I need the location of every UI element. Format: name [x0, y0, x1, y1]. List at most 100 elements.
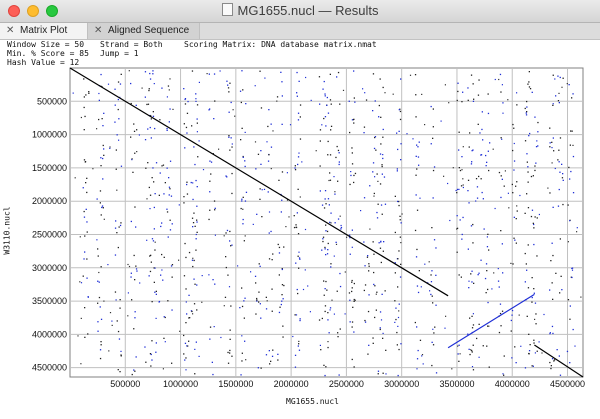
- match-dot: [159, 172, 161, 174]
- match-dot: [259, 265, 261, 267]
- match-dot: [130, 272, 132, 274]
- match-dot: [298, 257, 301, 259]
- match-dot: [224, 296, 227, 298]
- match-dot: [485, 154, 487, 157]
- match-dot: [399, 118, 402, 121]
- match-dot: [297, 233, 300, 235]
- match-dot: [338, 163, 340, 166]
- match-dot: [415, 155, 417, 157]
- match-dot: [554, 167, 556, 170]
- match-dot: [213, 200, 216, 202]
- match-dot: [169, 160, 172, 162]
- match-dot: [547, 187, 549, 189]
- match-dot: [502, 272, 504, 274]
- match-dot: [335, 241, 337, 243]
- match-dot: [432, 197, 434, 199]
- match-dot: [198, 81, 200, 83]
- match-dot: [526, 100, 528, 103]
- match-dot: [219, 70, 221, 72]
- match-dot: [353, 282, 355, 285]
- match-dot: [572, 93, 574, 95]
- match-dot: [227, 351, 229, 354]
- match-dot: [97, 280, 99, 282]
- match-dot: [461, 238, 463, 240]
- match-dot: [526, 111, 528, 113]
- match-dot: [553, 360, 555, 362]
- match-dot: [297, 345, 299, 347]
- matrix-plot[interactable]: 500000 1000000 1500000 2000000 2500000 300000…: [0, 0, 600, 419]
- match-dot: [501, 84, 503, 86]
- match-dot: [419, 197, 421, 199]
- match-dot: [372, 110, 374, 112]
- match-dot: [533, 342, 535, 344]
- match-dot: [394, 272, 396, 274]
- match-dot: [363, 197, 366, 199]
- match-dot: [471, 161, 473, 163]
- match-dot: [487, 150, 489, 152]
- match-dot: [515, 242, 517, 244]
- match-dot: [171, 223, 173, 225]
- match-dot: [512, 192, 514, 194]
- match-dot: [169, 229, 172, 231]
- match-dot: [337, 336, 339, 338]
- match-dot: [88, 91, 90, 93]
- match-dot: [531, 365, 533, 367]
- match-dot: [168, 186, 171, 188]
- match-dot: [296, 288, 298, 291]
- match-dot: [166, 211, 169, 213]
- match-dot: [372, 342, 374, 344]
- match-dot: [223, 235, 225, 237]
- match-dot: [430, 293, 432, 296]
- match-dot: [375, 309, 377, 311]
- match-dot: [278, 246, 281, 249]
- match-dot: [515, 362, 517, 364]
- match-dot: [373, 253, 375, 255]
- match-dot: [186, 132, 188, 134]
- match-dot: [212, 373, 214, 376]
- match-dot: [297, 292, 299, 295]
- match-dot: [144, 346, 146, 348]
- match-dot: [381, 293, 383, 295]
- match-dot: [374, 316, 376, 319]
- match-dot: [325, 280, 327, 283]
- match-dot: [534, 302, 537, 304]
- match-dot: [325, 125, 327, 127]
- match-dot: [353, 70, 355, 72]
- match-dot: [189, 317, 191, 319]
- match-dot: [378, 116, 380, 118]
- match-dot: [138, 134, 140, 136]
- match-dot: [432, 126, 434, 128]
- match-dot: [376, 217, 379, 219]
- match-dot: [252, 223, 254, 225]
- match-dot: [324, 288, 326, 290]
- match-dot: [146, 239, 148, 241]
- match-dot: [298, 267, 300, 269]
- match-dot: [559, 374, 562, 376]
- match-dot: [87, 333, 89, 335]
- match-dot: [399, 219, 401, 221]
- match-dot: [192, 182, 194, 184]
- match-dot: [178, 259, 180, 261]
- match-dot: [524, 367, 527, 369]
- match-dot: [353, 366, 355, 368]
- match-dot: [324, 190, 327, 192]
- match-dot: [162, 368, 164, 370]
- match-dot: [472, 344, 474, 346]
- match-dot: [329, 309, 331, 311]
- match-dot: [334, 191, 336, 193]
- match-dot: [400, 343, 402, 345]
- match-dot: [531, 296, 533, 299]
- match-dot: [135, 104, 137, 106]
- match-dot: [414, 74, 417, 76]
- match-dot: [188, 251, 191, 254]
- match-dot: [192, 198, 194, 201]
- match-dot: [186, 313, 188, 315]
- match-dot: [338, 161, 340, 163]
- match-dot: [379, 183, 382, 185]
- match-dot: [161, 222, 163, 224]
- match-dot: [134, 370, 136, 372]
- match-dot: [230, 305, 232, 307]
- match-dot: [350, 171, 352, 173]
- match-dot: [294, 314, 296, 316]
- match-dot: [278, 311, 281, 314]
